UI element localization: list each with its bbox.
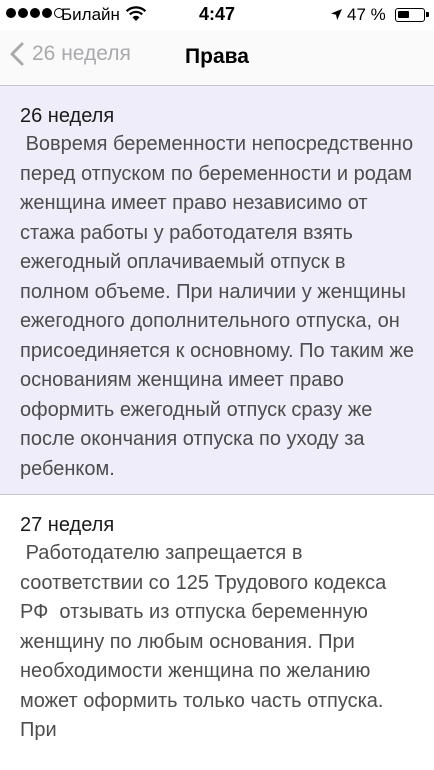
battery-icon — [395, 8, 429, 22]
rights-text: Работодателю запрещается в соответствии … — [20, 542, 392, 741]
week-title: 27 неделя — [20, 514, 115, 536]
navigation-bar: 26 неделя Права — [0, 30, 434, 86]
list-item[interactable]: 27 неделя Работодателю запрещается в соо… — [0, 495, 434, 756]
week-title: 26 неделя — [20, 105, 115, 127]
rights-list[interactable]: 26 неделя Вовремя беременности непосредс… — [0, 86, 434, 770]
battery-percent: 47 % — [347, 5, 386, 24]
page-title: Права — [185, 45, 249, 68]
location-arrow-icon — [331, 9, 342, 20]
rights-text: Вовремя беременности непосредственно пер… — [20, 133, 420, 480]
status-bar: Билайн 4:47 47 % — [0, 0, 434, 30]
list-item[interactable]: 26 неделя Вовремя беременности непосредс… — [0, 86, 434, 494]
